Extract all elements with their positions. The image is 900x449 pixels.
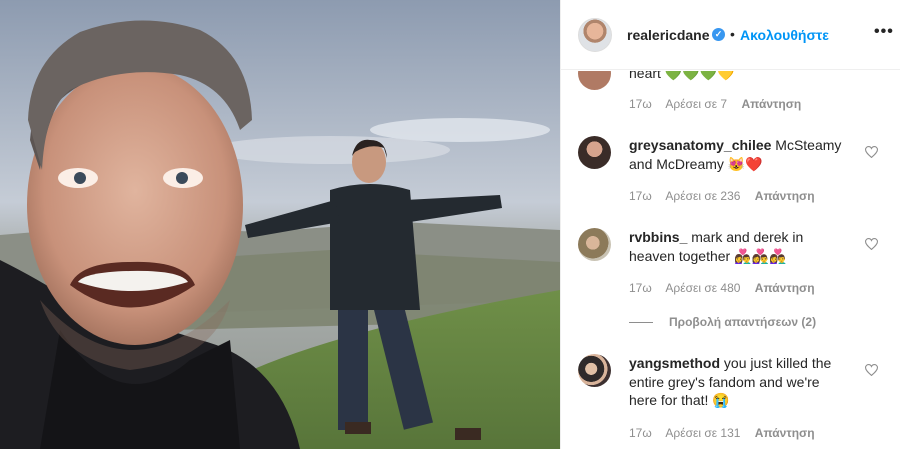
commenter-avatar[interactable] bbox=[578, 71, 611, 90]
heart-icon[interactable] bbox=[865, 146, 878, 158]
comment-meta: 17ω Αρέσει σε 131 Απάντηση bbox=[629, 426, 826, 440]
comment-likes[interactable]: Αρέσει σε 480 bbox=[665, 281, 740, 295]
comment-meta: 17ω Αρέσει σε 480 Απάντηση bbox=[629, 281, 826, 295]
comment-age: 17ω bbox=[629, 97, 652, 111]
comment-meta: 17ω Αρέσει σε 7 Απάντηση bbox=[629, 97, 812, 111]
author-avatar[interactable] bbox=[578, 18, 612, 52]
comment-likes[interactable]: Αρέσει σε 131 bbox=[665, 426, 740, 440]
comment-emoji: 👩‍❤️‍👨👩‍❤️‍👨👩‍❤️‍👨 bbox=[734, 247, 787, 264]
commenter-username[interactable]: rvbbins_ bbox=[629, 229, 687, 245]
comment-meta: 17ω Αρέσει σε 236 Απάντηση bbox=[629, 189, 826, 203]
heart-icon[interactable] bbox=[865, 364, 878, 376]
comment-emoji: 😻❤️ bbox=[727, 155, 763, 172]
author-username[interactable]: realericdane bbox=[627, 27, 710, 43]
comment-likes[interactable]: Αρέσει σε 7 bbox=[665, 97, 727, 111]
view-replies-button[interactable]: Προβολή απαντήσεων (2) bbox=[629, 315, 816, 329]
comment-emoji: 💚💚💚💛 bbox=[664, 71, 735, 81]
comment-emoji: 😭 bbox=[712, 392, 730, 408]
comment-list[interactable]: heart 💚💚💚💛 17ω Αρέσει σε 7 Απάντηση grey… bbox=[561, 71, 900, 449]
post-image bbox=[0, 0, 560, 449]
comment-text: greysanatomy_chilee McSteamy and McDream… bbox=[629, 136, 849, 173]
view-replies-label: Προβολή απαντήσεων (2) bbox=[669, 315, 817, 329]
commenter-avatar[interactable] bbox=[578, 354, 611, 387]
more-options-icon[interactable]: ••• bbox=[874, 23, 894, 41]
comment-age: 17ω bbox=[629, 426, 652, 440]
reply-button[interactable]: Απάντηση bbox=[755, 426, 815, 440]
reply-button[interactable]: Απάντηση bbox=[755, 189, 815, 203]
follow-button[interactable]: Ακολουθήστε bbox=[740, 27, 829, 43]
replies-divider bbox=[629, 321, 653, 323]
comment-text: yangsmethod you just killed the entire g… bbox=[629, 354, 849, 410]
comment-text: heart 💚💚💚💛 bbox=[629, 71, 849, 83]
post-header: realericdane ✓ • Ακολουθήστε ••• bbox=[561, 0, 900, 70]
commenter-username[interactable]: yangsmethod bbox=[629, 355, 720, 371]
comment-body: heart bbox=[629, 71, 661, 81]
reply-button[interactable]: Απάντηση bbox=[741, 97, 801, 111]
heart-icon[interactable] bbox=[865, 238, 878, 250]
separator-dot: • bbox=[730, 26, 735, 42]
commenter-avatar[interactable] bbox=[578, 228, 611, 261]
comment-likes[interactable]: Αρέσει σε 236 bbox=[665, 189, 740, 203]
comment-text: rvbbins_ mark and derek in heaven togeth… bbox=[629, 228, 849, 265]
verified-badge-icon: ✓ bbox=[712, 28, 725, 41]
reply-button[interactable]: Απάντηση bbox=[755, 281, 815, 295]
post-photo[interactable] bbox=[0, 0, 560, 449]
comments-panel: realericdane ✓ • Ακολουθήστε ••• heart 💚… bbox=[560, 0, 900, 449]
comment-age: 17ω bbox=[629, 281, 652, 295]
commenter-username[interactable]: greysanatomy_chilee bbox=[629, 137, 771, 153]
commenter-avatar[interactable] bbox=[578, 136, 611, 169]
comment-age: 17ω bbox=[629, 189, 652, 203]
